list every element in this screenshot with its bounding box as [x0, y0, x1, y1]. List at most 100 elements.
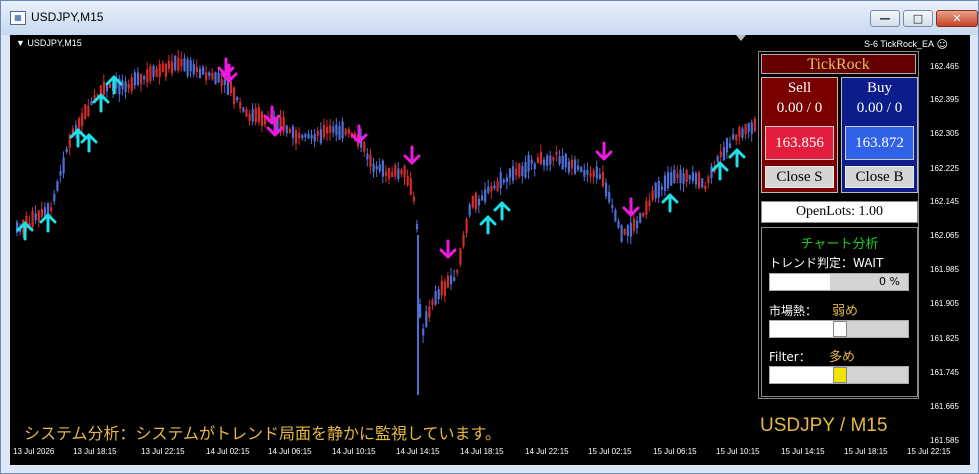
price-label: 162.465 [930, 62, 959, 71]
candle-body [744, 124, 747, 134]
price-label: 161.825 [930, 334, 959, 343]
candle-body [753, 118, 756, 132]
expert-advisor-label: S-6 TickRock_EA [863, 39, 934, 49]
buy-signal-arrow-icon [661, 193, 679, 213]
candle-body [409, 178, 412, 195]
candle-body [415, 223, 419, 230]
candle-body [239, 102, 242, 109]
candle-body [217, 72, 220, 83]
candle-body [729, 143, 732, 149]
candle-body [248, 113, 251, 122]
candle-body [214, 72, 217, 85]
candle-body [65, 148, 68, 153]
candle-body [450, 275, 453, 285]
candle-body [732, 134, 735, 140]
candle-body [124, 81, 127, 93]
candle-body [670, 172, 673, 186]
candle-body [471, 195, 474, 208]
sell-button[interactable]: 163.856 [765, 126, 834, 160]
candle-body [595, 166, 598, 179]
candle-body [133, 72, 136, 86]
candle-body [698, 172, 701, 189]
candle-body [53, 193, 56, 202]
price-label: 161.665 [930, 402, 959, 411]
candle-body [381, 160, 384, 177]
candle-body [378, 164, 381, 172]
candle-body [344, 129, 347, 135]
price-label: 162.065 [930, 231, 959, 240]
maximize-button[interactable]: □ [903, 10, 933, 27]
candle-body [701, 178, 704, 188]
trend-bar: 0 % [769, 273, 909, 291]
buy-button[interactable]: 163.872 [845, 126, 914, 160]
market-heat-track [847, 321, 908, 337]
candle-body [171, 61, 174, 74]
candle-body [515, 168, 518, 176]
candle-body [388, 167, 391, 179]
candle-body [719, 151, 722, 158]
system-analysis-message: システム分析：システムがトレンド局面を静かに監視しています。 [24, 424, 501, 443]
candle-body [598, 174, 601, 179]
candle-body [592, 170, 595, 177]
title-bar[interactable]: ▦ USDJPY,M15 — □ ✕ [1, 1, 978, 35]
sell-section: Sell 0.00 / 0 163.856 Close S [761, 77, 838, 193]
candle-body [533, 163, 536, 170]
candle-body [406, 176, 409, 186]
candle-body [316, 130, 319, 136]
candle-body [574, 159, 577, 174]
candle-body [37, 210, 40, 222]
minimize-button[interactable]: — [870, 10, 900, 27]
candle-body [741, 128, 744, 138]
candle-body [620, 225, 623, 242]
close-buy-button[interactable]: Close B [845, 166, 914, 188]
candle-body [691, 172, 694, 182]
candle-body [660, 186, 663, 190]
candle-body [180, 59, 183, 67]
candle-body [694, 173, 698, 185]
candle-body [338, 126, 341, 140]
time-label: 13 Jul 22:15 [141, 447, 185, 456]
candle-body [391, 172, 394, 178]
candle-body [50, 207, 53, 211]
candle-body [245, 108, 248, 117]
candle-body [546, 155, 549, 166]
chart-shift-marker[interactable] [736, 35, 746, 41]
candle-body [530, 159, 533, 164]
candle-body [484, 189, 487, 203]
candle-body [465, 219, 468, 233]
market-heat-marker [833, 321, 847, 337]
candle-body [468, 204, 471, 216]
candle-body [601, 172, 605, 187]
candle-body [62, 157, 65, 174]
candle-body [527, 154, 530, 172]
time-label: 14 Jul 14:15 [396, 447, 440, 456]
candle-body [735, 134, 738, 141]
price-chart[interactable]: ▼ USDJPY,M15 S-6 TickRock_EA ☺ 162.465 1… [10, 35, 970, 465]
candle-body [539, 151, 543, 165]
candle-body [663, 175, 667, 191]
close-sell-button[interactable]: Close S [765, 166, 834, 188]
candle-body [632, 218, 636, 231]
candle-body [667, 172, 670, 189]
candle-body [394, 165, 397, 177]
buy-signal-arrow-icon [493, 201, 511, 221]
market-heat-bar [769, 320, 909, 338]
candle-body [195, 66, 198, 72]
candle-body [570, 159, 574, 169]
candle-body [81, 113, 84, 126]
sell-signal-arrow-icon [217, 57, 235, 77]
candle-body [341, 121, 344, 139]
sell-signal-arrow-icon [403, 145, 421, 165]
candle-body [580, 167, 583, 173]
candle-body [648, 200, 651, 207]
candle-body [257, 107, 260, 123]
candle-body [192, 64, 195, 75]
buy-signal-arrow-icon [479, 215, 497, 235]
candle-body [750, 122, 753, 135]
buy-label: Buy [866, 80, 892, 96]
filter-bar [769, 366, 909, 384]
candle-body [99, 85, 102, 95]
ea-smiley-icon: ☺ [936, 38, 948, 51]
candle-body [679, 169, 682, 184]
close-button[interactable]: ✕ [936, 10, 978, 27]
